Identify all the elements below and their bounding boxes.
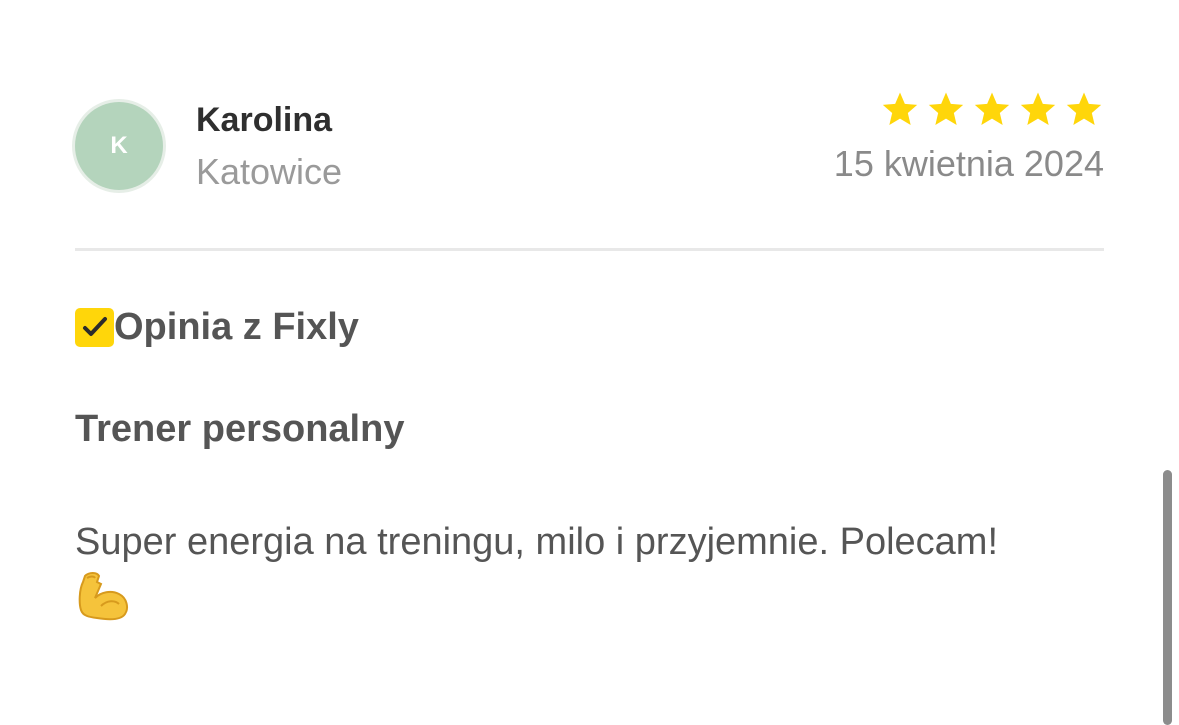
star-icon xyxy=(928,92,964,125)
review-body: Super energia na treningu, milo i przyje… xyxy=(75,509,1104,643)
scrollbar-thumb[interactable] xyxy=(1163,470,1172,725)
star-icon xyxy=(1020,92,1056,125)
service-category: Trener personalny xyxy=(75,408,405,450)
scrollbar[interactable] xyxy=(1163,470,1172,725)
verified-badge: Opinia z Fixly xyxy=(75,303,1104,351)
review-header: K Karolina Katowice 15 kwietnia 2024 xyxy=(75,90,1104,251)
flexed-biceps-icon xyxy=(75,570,131,643)
author-name: Karolina xyxy=(196,101,333,139)
check-icon xyxy=(75,307,114,347)
avatar-initial: K xyxy=(110,132,128,159)
review-card: K Karolina Katowice 15 kwietnia 2024 Opi… xyxy=(75,90,1104,643)
verified-badge-label: Opinia z Fixly xyxy=(114,305,359,348)
review-date: 15 kwietnia 2024 xyxy=(833,143,1104,184)
star-icon xyxy=(974,92,1010,125)
review-page: K Karolina Katowice 15 kwietnia 2024 Opi… xyxy=(0,0,1179,725)
author-info: Karolina Katowice xyxy=(196,96,342,200)
avatar: K xyxy=(75,102,163,190)
review-meta: 15 kwietnia 2024 xyxy=(834,90,1104,184)
star-icon xyxy=(882,92,918,125)
star-rating xyxy=(834,90,1104,130)
star-icon xyxy=(1066,92,1102,125)
author-city: Katowice xyxy=(196,151,343,192)
review-text: Super energia na treningu, milo i przyje… xyxy=(75,521,999,563)
